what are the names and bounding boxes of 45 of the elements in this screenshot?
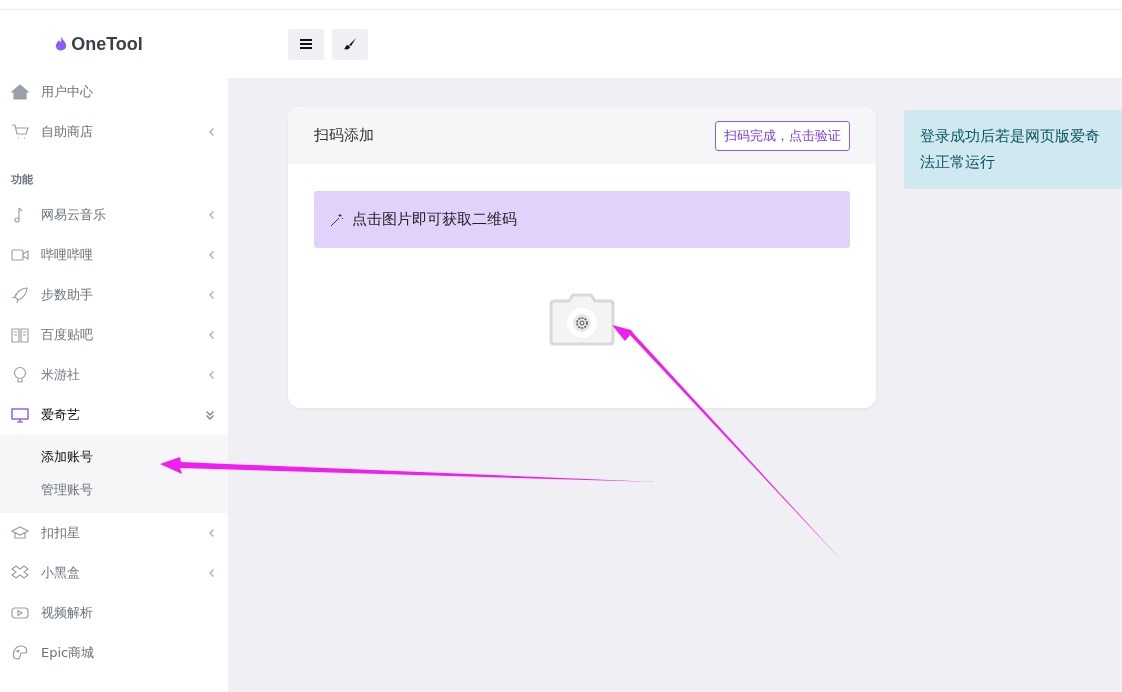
section-label: 功能 bbox=[10, 172, 34, 188]
sidebar-item[interactable]: 百度贴吧 bbox=[0, 315, 228, 355]
sidebar-item[interactable]: Epic商城 bbox=[0, 633, 228, 673]
sidebar-item[interactable]: 爱奇艺 bbox=[0, 395, 228, 435]
double-chevron-down-icon bbox=[206, 410, 214, 420]
rocket-icon bbox=[11, 286, 29, 304]
chevron-left-icon bbox=[209, 331, 214, 339]
chevron-left-icon bbox=[209, 569, 214, 577]
book-icon bbox=[11, 326, 29, 344]
cart-icon bbox=[11, 123, 29, 141]
verify-button[interactable]: 扫码完成，点击验证 bbox=[715, 120, 850, 151]
sidebar-item[interactable]: 视频解析 bbox=[0, 593, 228, 633]
sidebar-item[interactable]: 小黑盒 bbox=[0, 553, 228, 593]
brush-button[interactable] bbox=[332, 28, 368, 60]
flame-icon bbox=[55, 36, 68, 52]
chevron-left-icon bbox=[209, 211, 214, 219]
sidebar-item[interactable]: 网易云音乐 bbox=[0, 195, 228, 235]
chevron-left-icon bbox=[209, 251, 214, 259]
bulb-icon bbox=[11, 366, 29, 384]
menu-icon bbox=[300, 39, 312, 49]
tv-icon bbox=[11, 406, 29, 424]
play-icon bbox=[11, 604, 29, 622]
sidebar-item[interactable]: 哔哩哔哩 bbox=[0, 235, 228, 275]
camera-icon[interactable] bbox=[549, 292, 615, 346]
sidebar-item[interactable]: 用户中心 bbox=[0, 72, 228, 112]
chevron-left-icon bbox=[209, 371, 214, 379]
chevron-left-icon bbox=[209, 291, 214, 299]
menu-button[interactable] bbox=[288, 28, 324, 60]
sidebar-item[interactable]: 自助商店 bbox=[0, 112, 228, 152]
sidebar-item[interactable]: 米游社 bbox=[0, 355, 228, 395]
info-text: 法正常运行 bbox=[920, 153, 996, 172]
submenu-item[interactable]: 添加账号 bbox=[0, 441, 228, 473]
video-icon bbox=[11, 246, 29, 264]
chevron-left-icon bbox=[209, 128, 214, 136]
chevron-left-icon bbox=[209, 529, 214, 537]
home-icon bbox=[11, 83, 29, 101]
cap-icon bbox=[11, 524, 29, 542]
magic-wand-icon bbox=[330, 212, 344, 227]
submenu-item[interactable]: 管理账号 bbox=[0, 473, 228, 507]
alert-text: 点击图片即可获取二维码 bbox=[352, 210, 517, 229]
sidebar-item[interactable]: 扣扣星 bbox=[0, 513, 228, 553]
logo-text: OneTool bbox=[71, 33, 143, 55]
sidebar-item[interactable]: 步数助手 bbox=[0, 275, 228, 315]
info-text: 登录成功后若是网页版爱奇 bbox=[920, 127, 1101, 146]
card-title: 扫码添加 bbox=[314, 126, 374, 145]
